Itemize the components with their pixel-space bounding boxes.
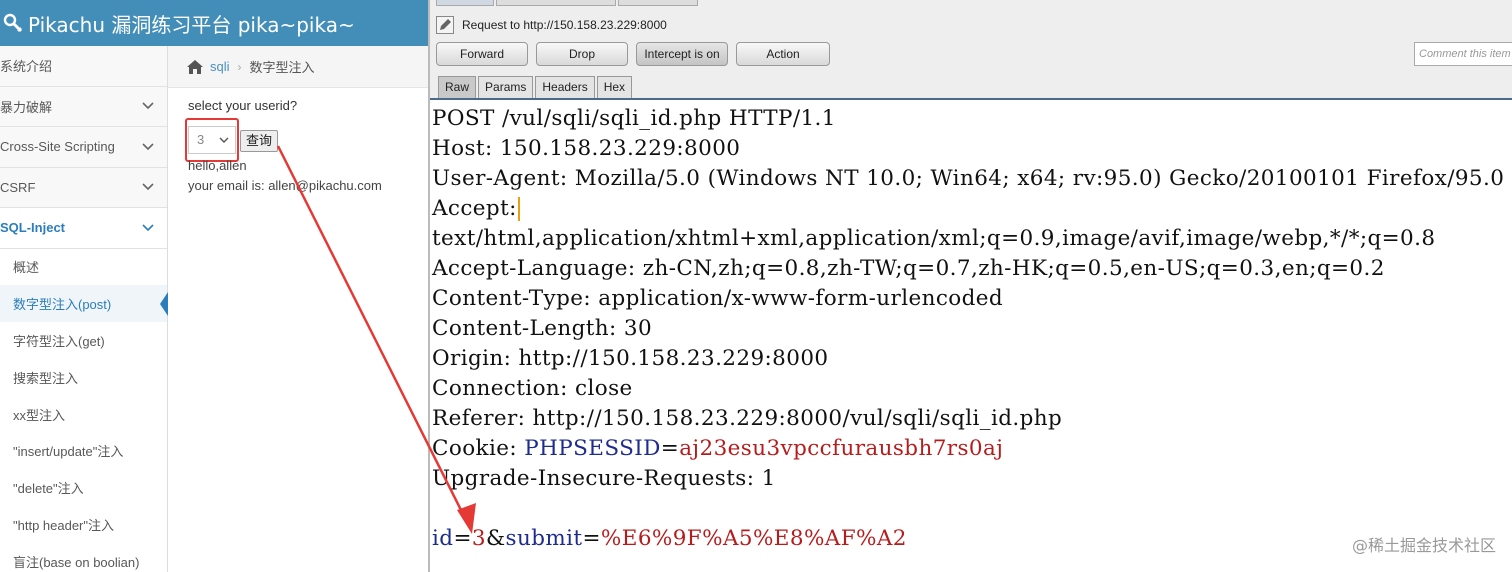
sidebar-subitem-label: 搜索型注入: [13, 370, 79, 386]
header-connection: Connection: close: [432, 376, 633, 401]
annotation-highlight-box: [185, 118, 239, 162]
breadcrumb-separator-icon: ›: [237, 59, 242, 74]
body-ampersand: &: [485, 526, 506, 551]
sidebar-item-bruteforce[interactable]: 暴力破解: [0, 86, 167, 127]
sidebar-item-intro[interactable]: 系统介绍: [0, 46, 167, 87]
sidebar-item-label: 暴力破解: [0, 99, 53, 115]
body-equals: =: [453, 526, 472, 551]
burp-top-tab[interactable]: [436, 0, 494, 6]
breadcrumb-link-sqli[interactable]: sqli: [210, 59, 230, 74]
tab-params[interactable]: Params: [478, 76, 534, 98]
sidebar-subitem-search[interactable]: 搜索型注入: [0, 358, 167, 396]
header-cookie: Cookie: PHPSESSID=aj23esu3vpccfurausbh7r…: [432, 434, 1003, 464]
cookie-name: PHPSESSID: [524, 436, 661, 461]
pencil-icon: [436, 16, 454, 34]
header-host: Host: 150.158.23.229:8000: [432, 136, 741, 161]
cookie-value: aj23esu3vpccfurausbh7rs0aj: [679, 436, 1004, 461]
header-accept: Accept:: [432, 194, 520, 224]
sidebar-subitem-label: xx型注入: [13, 407, 66, 423]
chevron-down-icon: [142, 224, 154, 231]
forward-button[interactable]: Forward: [436, 42, 528, 66]
burp-toolbar: Request to http://150.158.23.229:8000 Fo…: [430, 0, 1512, 100]
body-param-id-name: id: [432, 526, 454, 551]
chevron-down-icon: [142, 143, 154, 150]
sidebar-subitem-numeric-post[interactable]: 数字型注入(post): [0, 285, 168, 323]
header-accept-value: text/html,application/xhtml+xml,applicat…: [432, 226, 1436, 251]
request-body: id=3&submit=%E6%9F%A5%E8%AF%A2: [432, 524, 907, 554]
tab-headers[interactable]: Headers: [535, 76, 595, 98]
sidebar-subitem-label: 盲注(base on boolian): [13, 554, 140, 570]
form-prompt: select your userid?: [188, 98, 298, 113]
header-content-type: Content-Type: application/x-www-form-url…: [432, 286, 1004, 311]
header-accept-key: Accept:: [432, 196, 517, 221]
breadcrumb-current: 数字型注入: [249, 60, 315, 75]
sidebar-subitem-label: 概述: [13, 260, 40, 276]
pikachu-app: Pikachu 漏洞练习平台 pika~pika~ 系统介绍 暴力破解 Cros…: [0, 0, 428, 572]
burp-top-tab[interactable]: [496, 0, 616, 6]
body-param-id-value: 3: [471, 526, 486, 551]
toolbar-divider: [430, 98, 1512, 100]
drop-button[interactable]: Drop: [536, 42, 628, 66]
app-header: Pikachu 漏洞练习平台 pika~pika~: [0, 0, 428, 46]
burp-top-tab[interactable]: [618, 0, 698, 6]
sidebar-item-csrf[interactable]: CSRF: [0, 167, 167, 208]
sidebar-subitem-label: "http header"注入: [13, 517, 115, 533]
query-button[interactable]: 查询: [240, 130, 278, 152]
header-origin: Origin: http://150.158.23.229:8000: [432, 346, 829, 371]
tab-raw[interactable]: Raw: [438, 76, 477, 98]
result-greeting: hello,allen: [188, 158, 247, 173]
sidebar-subitem-string-get[interactable]: 字符型注入(get): [0, 322, 167, 359]
sidebar-item-label: Cross-Site Scripting: [0, 139, 115, 155]
sidebar-subitem-http-header[interactable]: "http header"注入: [0, 506, 167, 543]
home-icon[interactable]: [186, 59, 204, 75]
header-referer: Referer: http://150.158.23.229:8000/vul/…: [432, 406, 1063, 431]
tab-hex[interactable]: Hex: [596, 76, 633, 98]
breadcrumb: sqli › 数字型注入: [168, 46, 428, 88]
result-email: your email is: allen@pikachu.com: [188, 178, 382, 193]
sidebar-subitem-label: 数字型注入(post): [13, 297, 112, 313]
sidebar-subitem-insert-update[interactable]: "insert/update"注入: [0, 432, 167, 470]
raw-request-editor[interactable]: POST /vul/sqli/sqli_id.php HTTP/1.1 Host…: [430, 104, 1512, 572]
body-param-submit-name: submit: [505, 526, 583, 551]
request-target-text: Request to http://150.158.23.229:8000: [462, 18, 667, 32]
sidebar-item-label: SQL-Inject: [0, 220, 66, 236]
sidebar-item-xss[interactable]: Cross-Site Scripting: [0, 127, 167, 168]
body-equals: =: [582, 526, 601, 551]
header-upgrade-insecure: Upgrade-Insecure-Requests: 1: [432, 466, 776, 491]
cookie-equals: =: [660, 436, 680, 461]
header-user-agent: User-Agent: Mozilla/5.0 (Windows NT 10.0…: [432, 166, 1505, 191]
chevron-down-icon: [142, 183, 154, 191]
sidebar-item-label: 系统介绍: [0, 59, 53, 75]
watermark: @稀土掘金技术社区: [1351, 536, 1496, 555]
burp-top-tabs: [430, 0, 1512, 6]
sidebar-subitem-label: "delete"注入: [13, 481, 84, 497]
body-param-submit-value: %E6%9F%A5%E8%AF%A2: [600, 526, 907, 551]
comment-input[interactable]: Comment this item: [1414, 42, 1512, 66]
sidebar-subitem-blind-boolean[interactable]: 盲注(base on boolian): [0, 542, 167, 572]
search-key-icon: [3, 13, 23, 33]
sidebar-subitem-xx[interactable]: xx型注入: [0, 395, 167, 433]
sidebar: 系统介绍 暴力破解 Cross-Site Scripting CSRF SQL-…: [0, 46, 168, 572]
app-title: Pikachu 漏洞练习平台 pika~pika~: [28, 12, 355, 37]
header-content-length: Content-Length: 30: [432, 316, 653, 341]
main-content: sqli › 数字型注入 select your userid? 3 查询 he…: [168, 46, 428, 572]
chevron-down-icon: [142, 102, 154, 110]
sidebar-subitem-overview[interactable]: 概述: [0, 248, 167, 286]
action-button[interactable]: Action: [736, 42, 830, 66]
intercept-toggle-button[interactable]: Intercept is on: [636, 42, 728, 66]
burp-intercept-panel: Request to http://150.158.23.229:8000 Fo…: [428, 0, 1512, 572]
sidebar-item-label: CSRF: [0, 179, 36, 195]
sidebar-subitem-label: "insert/update"注入: [13, 444, 124, 460]
sidebar-subitem-delete[interactable]: "delete"注入: [0, 469, 167, 507]
cookie-key: Cookie:: [432, 436, 525, 461]
text-caret: [517, 197, 520, 221]
sidebar-subitem-label: 字符型注入(get): [13, 333, 105, 349]
message-view-tabs: Raw Params Headers Hex: [438, 76, 634, 98]
sidebar-item-sql-inject[interactable]: SQL-Inject: [0, 208, 167, 249]
header-accept-language: Accept-Language: zh-CN,zh;q=0.8,zh-TW;q=…: [432, 256, 1385, 281]
request-line: POST /vul/sqli/sqli_id.php HTTP/1.1: [432, 106, 836, 131]
request-target: Request to http://150.158.23.229:8000: [436, 16, 667, 34]
